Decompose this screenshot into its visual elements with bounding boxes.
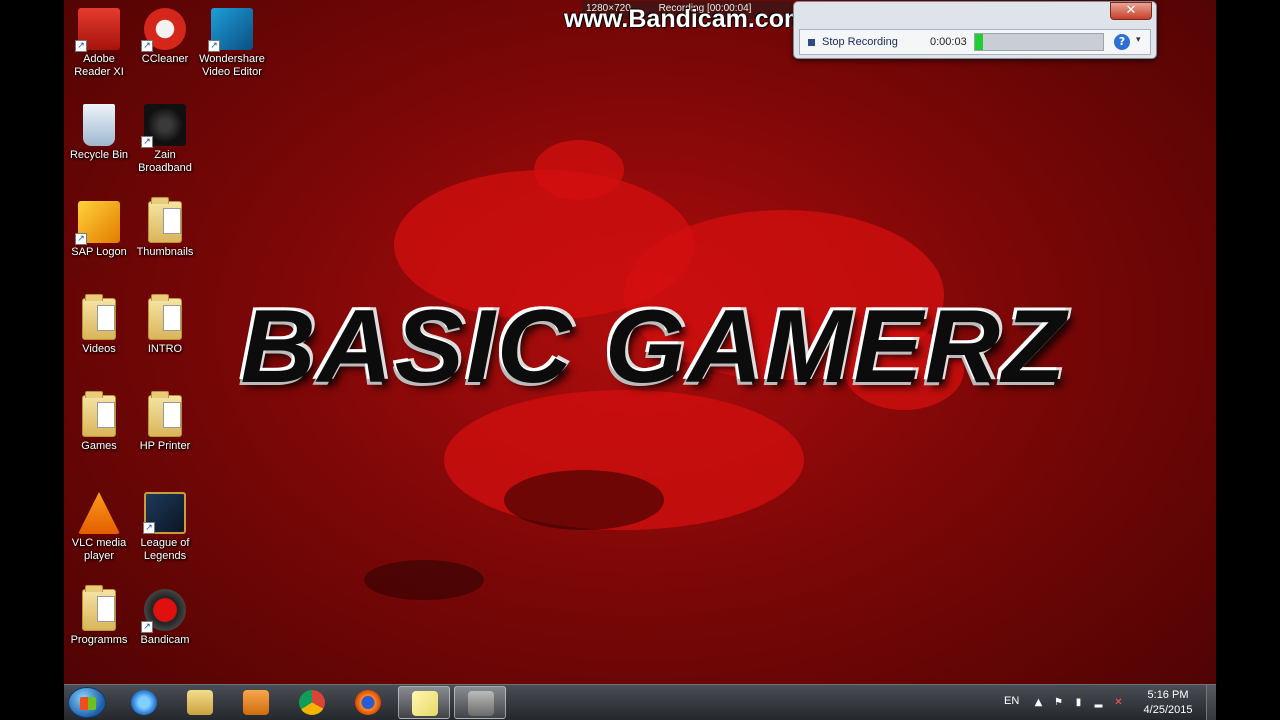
show-hidden-icons-icon[interactable]: ▲ [1032, 696, 1045, 709]
desktop-icon-videos[interactable]: Videos [64, 294, 134, 356]
start-button[interactable] [68, 687, 106, 718]
system-tray: EN ▲ ⚑ ▮ ▂ ✕ 5:16 PM 4/25/2015 [996, 685, 1216, 720]
desktop-icon-wondershare[interactable]: ↗ Wondershare Video Editor [197, 8, 267, 79]
meter-fill [975, 34, 983, 50]
desktop-icon-league[interactable]: ↗ League of Legends [130, 492, 200, 563]
wallpaper-title: BASIC GAMERZ [240, 289, 1068, 405]
video-editor-icon: ↗ [208, 8, 253, 52]
desktop: BASIC GAMERZ ↗ Adobe Reader XI ↗ CCleane… [64, 0, 1216, 720]
taskbar-app-notes[interactable] [398, 686, 450, 719]
stop-recording-button[interactable]: Stop Recording [822, 36, 898, 48]
clock-date: 4/25/2015 [1143, 704, 1193, 716]
volume-muted-icon[interactable]: ✕ [1112, 696, 1125, 709]
desktop-icon-bandicam[interactable]: ↗ Bandicam [130, 589, 200, 647]
desktop-icon-recycle-bin[interactable]: Recycle Bin [64, 104, 134, 162]
taskbar-app-internet-explorer[interactable] [118, 686, 170, 719]
folder-icon [82, 391, 116, 437]
windows-logo-icon [80, 697, 96, 710]
desktop-icon-adobe-reader[interactable]: ↗ Adobe Reader XI [64, 8, 134, 79]
stop-icon [808, 39, 815, 46]
bandicam-task-icon [468, 691, 494, 716]
zain-icon: ↗ [141, 104, 186, 148]
folder-icon [82, 294, 116, 340]
action-center-icon[interactable]: ⚑ [1052, 696, 1065, 709]
size-meter [974, 33, 1104, 51]
clock-time: 5:16 PM [1147, 689, 1189, 701]
folder-icon [148, 197, 182, 243]
chrome-icon [299, 690, 325, 715]
taskbar-app-file-explorer[interactable] [174, 686, 226, 719]
desktop-icon-hp-printer[interactable]: HP Printer [130, 391, 200, 453]
recording-toolbar: Stop Recording 0:00:03 ? ▾ [799, 29, 1151, 55]
desktop-icon-programms[interactable]: Programms [64, 585, 134, 647]
splatter [364, 560, 484, 600]
show-desktop-button[interactable] [1206, 685, 1216, 720]
taskbar-app-bandicam[interactable] [454, 686, 506, 719]
internet-explorer-icon [131, 690, 157, 715]
acrobat-icon: ↗ [75, 8, 120, 52]
desktop-icon-vlc[interactable]: VLC media player [64, 492, 134, 563]
language-indicator[interactable]: EN [1004, 695, 1019, 707]
battery-icon[interactable]: ▮ [1072, 696, 1085, 709]
folder-icon [82, 585, 116, 631]
sap-icon: ↗ [75, 201, 120, 245]
desktop-icon-ccleaner[interactable]: ↗ CCleaner [130, 8, 200, 66]
elapsed-time: 0:00:03 [930, 36, 967, 48]
desktop-icon-sap-logon[interactable]: ↗ SAP Logon [64, 201, 134, 259]
chevron-down-icon[interactable]: ▾ [1136, 35, 1141, 45]
vlc-icon [78, 492, 120, 534]
taskbar-app-media-player[interactable] [230, 686, 282, 719]
folder-icon [148, 294, 182, 340]
ccleaner-icon: ↗ [141, 8, 186, 52]
taskbar: EN ▲ ⚑ ▮ ▂ ✕ 5:16 PM 4/25/2015 [64, 684, 1216, 720]
file-explorer-icon [187, 690, 213, 715]
desktop-icon-games[interactable]: Games [64, 391, 134, 453]
splatter [534, 140, 624, 200]
clock[interactable]: 5:16 PM 4/25/2015 [1138, 688, 1198, 718]
close-button[interactable]: ✕ [1110, 2, 1152, 20]
bandicam-window: ✕ Stop Recording 0:00:03 ? ▾ [793, 1, 1157, 59]
taskbar-app-firefox[interactable] [342, 686, 394, 719]
desktop-icon-zain[interactable]: ↗ Zain Broadband [130, 104, 200, 175]
network-icon[interactable]: ▂ [1092, 696, 1105, 709]
bandicam-icon: ↗ [141, 589, 186, 633]
firefox-icon [355, 690, 381, 715]
folder-icon [148, 391, 182, 437]
desktop-icon-intro[interactable]: INTRO [130, 294, 200, 356]
taskbar-app-chrome[interactable] [286, 686, 338, 719]
desktop-icon-thumbnails[interactable]: Thumbnails [130, 197, 200, 259]
splatter [504, 470, 664, 530]
help-icon[interactable]: ? [1114, 34, 1130, 50]
recycle-bin-icon [83, 104, 115, 146]
notes-icon [412, 691, 438, 716]
league-icon: ↗ [143, 492, 186, 534]
media-player-icon [243, 690, 269, 715]
bandicam-watermark: www.Bandicam.com [564, 5, 807, 33]
